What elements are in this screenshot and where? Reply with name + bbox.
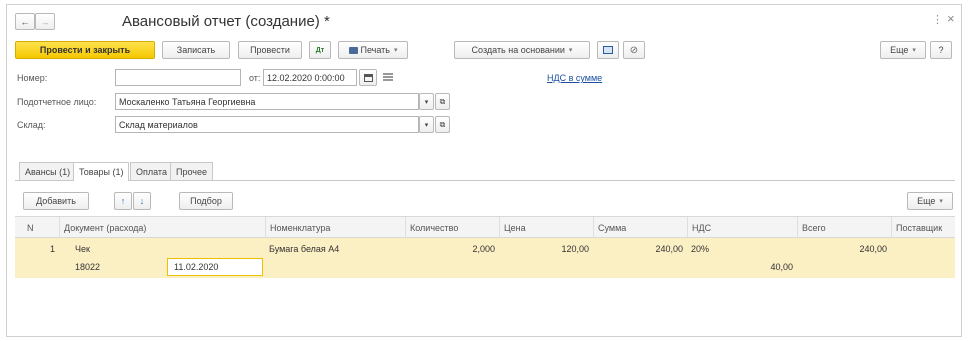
chevron-down-icon: ▾ [424,121,429,129]
person-dropdown-button[interactable]: ▾ [419,93,434,110]
open-link-icon: ⧉ [439,96,446,106]
accountable-person-field[interactable]: Москаленко Татьяна Георгиевна [115,93,419,110]
document-window: ← → Авансовый отчет (создание) * ⋮ × Про… [6,4,962,337]
move-up-button[interactable]: ↑ [114,192,132,210]
move-down-button[interactable]: ↓ [133,192,151,210]
chevron-down-icon: ▾ [912,47,916,54]
structure-icon [603,46,613,54]
help-button[interactable]: ? [930,41,952,59]
cell-vat-amount[interactable]: 40,00 [687,258,793,276]
create-based-label: Создать на основании [471,45,565,55]
column-header-price[interactable]: Цена [499,217,593,239]
column-header-total[interactable]: Всего [797,217,891,239]
accountable-person-label: Подотчетное лицо: [17,97,97,107]
arrow-up-icon: ↑ [120,196,126,206]
number-field[interactable] [115,69,241,86]
column-header-sum[interactable]: Сумма [593,217,687,239]
table-body-area [15,278,955,330]
table-row[interactable]: 1 Чек 18022 11.02.2020 Бумага белая А4 2… [15,238,955,278]
calendar-icon [363,73,373,82]
window-title: Авансовый отчет (создание) * [122,13,330,30]
arrow-down-icon: ↓ [139,196,145,206]
forward-arrow-icon: → [40,16,50,27]
cell-total[interactable]: 240,00 [797,240,887,258]
chevron-down-icon: ▾ [568,47,573,54]
add-row-button[interactable]: Добавить [23,192,89,210]
tab-payment[interactable]: Оплата [130,162,173,180]
cell-document[interactable]: Чек [75,240,90,258]
cell-row-number: 1 [49,244,55,254]
create-based-on-button[interactable]: Создать на основании ▾ [454,41,590,59]
date-from-label: от: [249,73,261,83]
post-and-close-button[interactable]: Провести и закрыть [15,41,155,59]
forward-button[interactable]: → [35,13,55,30]
back-button[interactable]: ← [15,13,35,30]
attach-file-button[interactable]: ⊘ [623,41,645,59]
chevron-down-icon: ▾ [393,47,398,54]
cell-nomenclature[interactable]: Бумага белая А4 [269,240,339,258]
grid-more-label: Еще [917,196,936,206]
grid-more-button[interactable]: Еще ▾ [907,192,953,210]
post-button[interactable]: Провести [238,41,302,59]
cell-sum[interactable]: 240,00 [593,240,683,258]
column-header-nomenclature[interactable]: Номенклатура [265,217,405,239]
tabs-baseline [15,180,955,181]
paperclip-icon: ⊘ [629,44,639,56]
tab-advances[interactable]: Авансы (1) [19,162,77,180]
column-header-supplier[interactable]: Поставщик [891,217,955,239]
warehouse-open-button[interactable]: ⧉ [435,116,450,133]
print-label: Печать [360,45,390,55]
printer-icon [348,46,358,54]
person-open-button[interactable]: ⧉ [435,93,450,110]
table-header: N Документ (расхода) Номенклатура Количе… [15,216,955,239]
number-label: Номер: [17,73,48,83]
dt-kt-button[interactable]: Дт [309,41,331,59]
vat-in-amount-link[interactable]: НДС в сумме [547,73,602,83]
cell-quantity[interactable]: 2,000 [405,240,495,258]
chevron-down-icon: ▾ [939,198,943,205]
warehouse-field[interactable]: Склад материалов [115,116,419,133]
more-button[interactable]: Еще ▾ [880,41,926,59]
tab-other[interactable]: Прочее [170,162,213,180]
print-button[interactable]: Печать ▾ [338,41,408,59]
open-link-icon: ⧉ [439,119,446,129]
column-header-n[interactable]: N [15,217,59,239]
back-arrow-icon: ← [20,16,30,27]
calendar-button[interactable] [359,69,377,86]
column-header-quantity[interactable]: Количество [405,217,499,239]
cell-document-date[interactable]: 11.02.2020 [167,258,263,276]
warehouse-dropdown-button[interactable]: ▾ [419,116,434,133]
cell-price[interactable]: 120,00 [499,240,589,258]
date-field[interactable]: 12.02.2020 0:00:00 [263,69,357,86]
column-header-document[interactable]: Документ (расхода) [59,217,265,239]
column-header-vat[interactable]: НДС [687,217,797,239]
tab-goods[interactable]: Товары (1) [73,162,130,181]
save-button[interactable]: Записать [162,41,230,59]
more-label: Еще [890,45,909,55]
menu-lines-icon[interactable] [383,73,393,81]
warehouse-label: Склад: [17,120,46,130]
chevron-down-icon: ▾ [424,98,429,106]
more-menu-icon[interactable]: ⋮ [932,13,943,26]
dt-kt-icon: Дт [315,46,325,54]
close-icon[interactable]: × [947,11,955,26]
pick-button[interactable]: Подбор [179,192,233,210]
report-structure-button[interactable] [597,41,619,59]
cell-vat-rate[interactable]: 20% [691,240,709,258]
cell-document-number[interactable]: 18022 [75,258,100,276]
